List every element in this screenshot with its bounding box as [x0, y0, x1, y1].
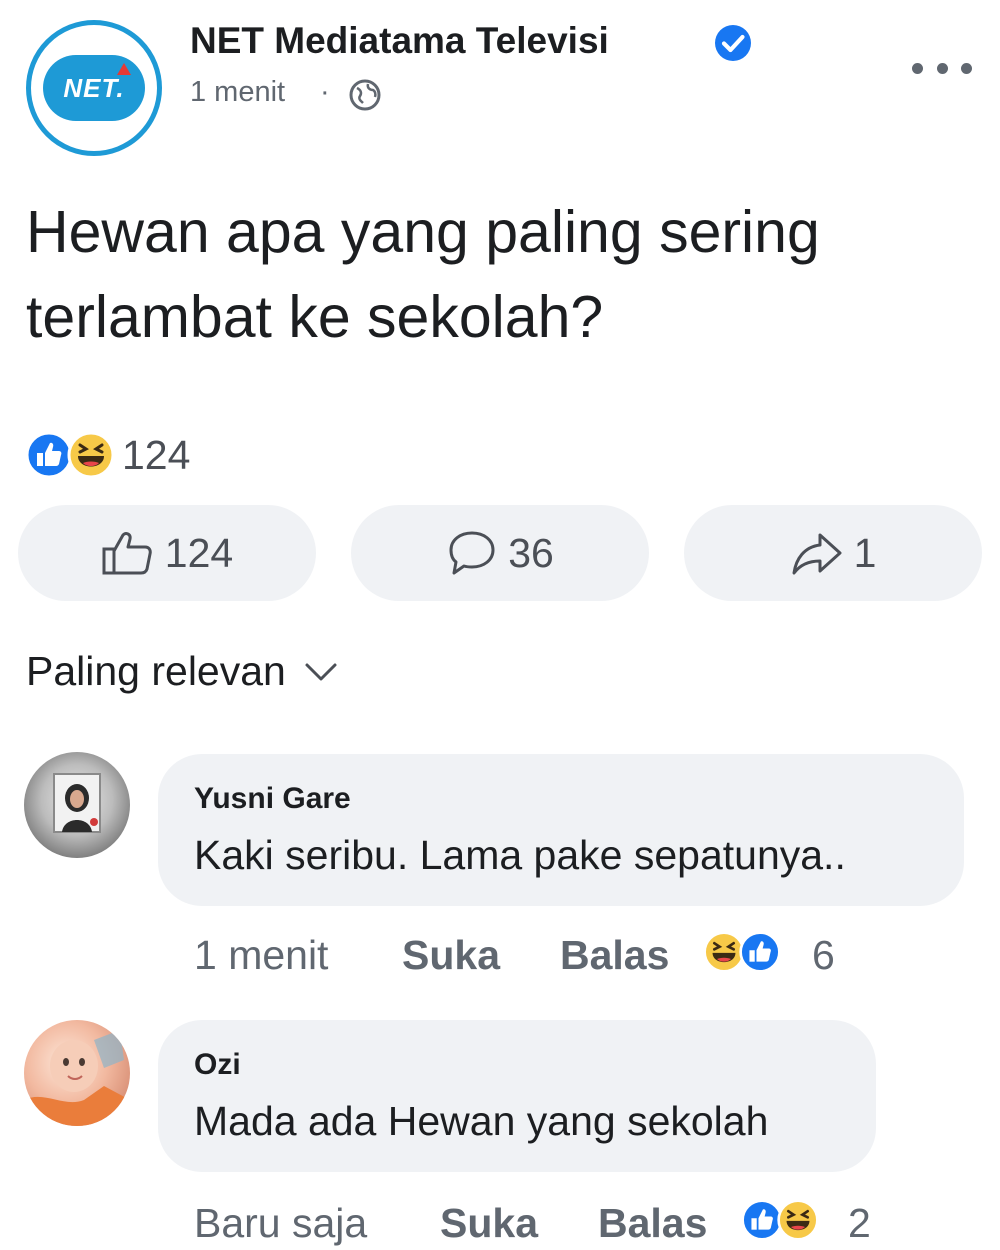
comment-reaction-count: 2: [848, 1200, 871, 1246]
dot: [961, 62, 972, 74]
comment-author[interactable]: Ozi: [194, 1048, 241, 1082]
like-count: 124: [164, 529, 234, 576]
globe-icon: [349, 79, 381, 111]
sort-label: Paling relevan: [26, 648, 286, 694]
logo-text: NET.: [63, 72, 125, 103]
page-avatar[interactable]: NET.: [26, 20, 162, 156]
santa-hat-icon: [117, 63, 131, 75]
chevron-down-icon: [305, 663, 337, 680]
sort-dropdown[interactable]: Paling relevan: [26, 648, 338, 695]
comment-reactions[interactable]: [702, 930, 782, 974]
post-text: Hewan apa yang paling sering terlambat k…: [26, 199, 820, 350]
share-button[interactable]: 1: [684, 505, 982, 601]
dot: [936, 62, 948, 74]
comment-like-button[interactable]: Suka: [440, 1200, 538, 1247]
thumbs-up-icon: [102, 532, 152, 575]
comment-author[interactable]: Yusni Gare: [194, 782, 351, 816]
comment-button[interactable]: 36: [351, 505, 649, 601]
dot: [912, 62, 923, 74]
post-time[interactable]: 1 menit: [190, 76, 285, 109]
comment-bubble: [158, 1020, 876, 1172]
comment-text: Kaki seribu. Lama pake sepatunya..: [194, 832, 846, 878]
net-logo-icon: NET.: [43, 55, 145, 121]
haha-reaction-icon: [67, 431, 115, 479]
comment-count: 36: [508, 529, 554, 576]
share-icon: [792, 533, 842, 575]
like-button[interactable]: 124: [18, 505, 316, 601]
reactions-summary[interactable]: 124: [24, 428, 190, 482]
comment-like-button[interactable]: Suka: [402, 932, 500, 979]
share-count: 1: [853, 529, 877, 576]
separator-dot: ·: [320, 76, 330, 108]
page-name[interactable]: NET Mediatama Televisi: [190, 20, 609, 62]
profile-photo: [53, 773, 101, 833]
profile-photo: [24, 1030, 130, 1126]
comment-reply-button[interactable]: Balas: [560, 932, 669, 979]
haha-reaction-icon: [777, 1199, 819, 1241]
avatar[interactable]: [24, 752, 130, 858]
like-reaction-icon: [739, 931, 781, 973]
comment-time[interactable]: Baru saja: [194, 1200, 367, 1247]
comment-bubble: [158, 754, 964, 906]
reaction-count: 124: [122, 431, 191, 478]
verified-badge-icon: [715, 25, 751, 61]
comment-reaction-count: 6: [812, 932, 835, 978]
comment-text: Mada ada Hewan yang sekolah: [194, 1098, 769, 1144]
comment-reply-button[interactable]: Balas: [598, 1200, 707, 1247]
comment-time[interactable]: 1 menit: [194, 932, 328, 979]
comment-reactions[interactable]: [740, 1198, 820, 1242]
avatar[interactable]: [24, 1020, 130, 1126]
more-options-icon[interactable]: [912, 50, 972, 86]
comment-icon: [449, 531, 495, 575]
